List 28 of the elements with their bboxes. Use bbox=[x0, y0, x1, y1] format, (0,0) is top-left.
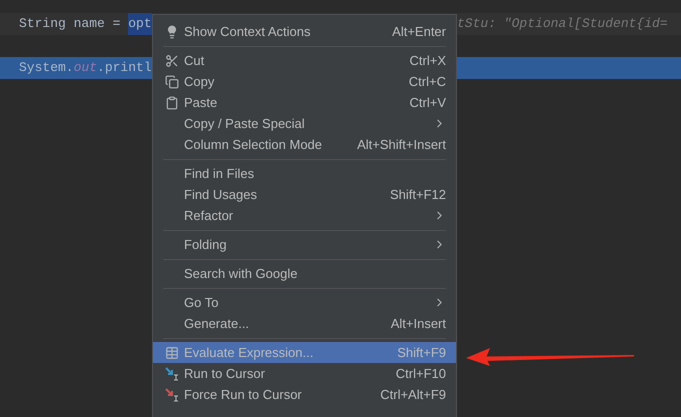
code-text: String name = bbox=[19, 15, 122, 34]
code-text: System. bbox=[19, 59, 74, 78]
menu-item[interactable]: Copy / Paste Special bbox=[153, 113, 456, 134]
inline-value-hint: tStu: "Optional[Student{id= bbox=[457, 15, 669, 34]
menu-item[interactable]: Find Usages Shift+F12 bbox=[153, 184, 456, 205]
code-text: .printl bbox=[97, 59, 152, 78]
menu-item[interactable]: Force Run to Cursor Ctrl+Alt+F9 bbox=[153, 384, 456, 405]
run-to-cursor-icon bbox=[165, 366, 179, 380]
menu-item[interactable]: Refactor bbox=[153, 205, 456, 226]
lightbulb-icon bbox=[165, 24, 179, 38]
menu-item[interactable]: Show Context Actions Alt+Enter bbox=[153, 21, 456, 42]
menu-item[interactable]: Run to Cursor Ctrl+F10 bbox=[153, 363, 456, 384]
scissors-icon bbox=[165, 54, 179, 68]
menu-item[interactable]: Copy Ctrl+C bbox=[153, 71, 456, 92]
menu-item[interactable]: Find in Files bbox=[153, 163, 456, 184]
menu-item[interactable]: Go To bbox=[153, 292, 456, 313]
selected-code: opt bbox=[128, 13, 152, 35]
menu-item[interactable]: Paste Ctrl+V bbox=[153, 92, 456, 113]
copy-icon bbox=[165, 74, 179, 88]
menu-item[interactable]: Column Selection Mode Alt+Shift+Insert bbox=[153, 134, 456, 155]
menu-item[interactable]: Cut Ctrl+X bbox=[153, 50, 456, 71]
table-icon bbox=[165, 346, 179, 360]
code-text: out bbox=[74, 59, 98, 78]
force-run-to-cursor-icon bbox=[165, 388, 179, 402]
menu-item[interactable]: Folding bbox=[153, 234, 456, 255]
menu-item[interactable]: Generate... Alt+Insert bbox=[153, 313, 456, 334]
menu-item[interactable]: Search with Google bbox=[153, 263, 456, 284]
clipboard-icon bbox=[165, 96, 179, 110]
